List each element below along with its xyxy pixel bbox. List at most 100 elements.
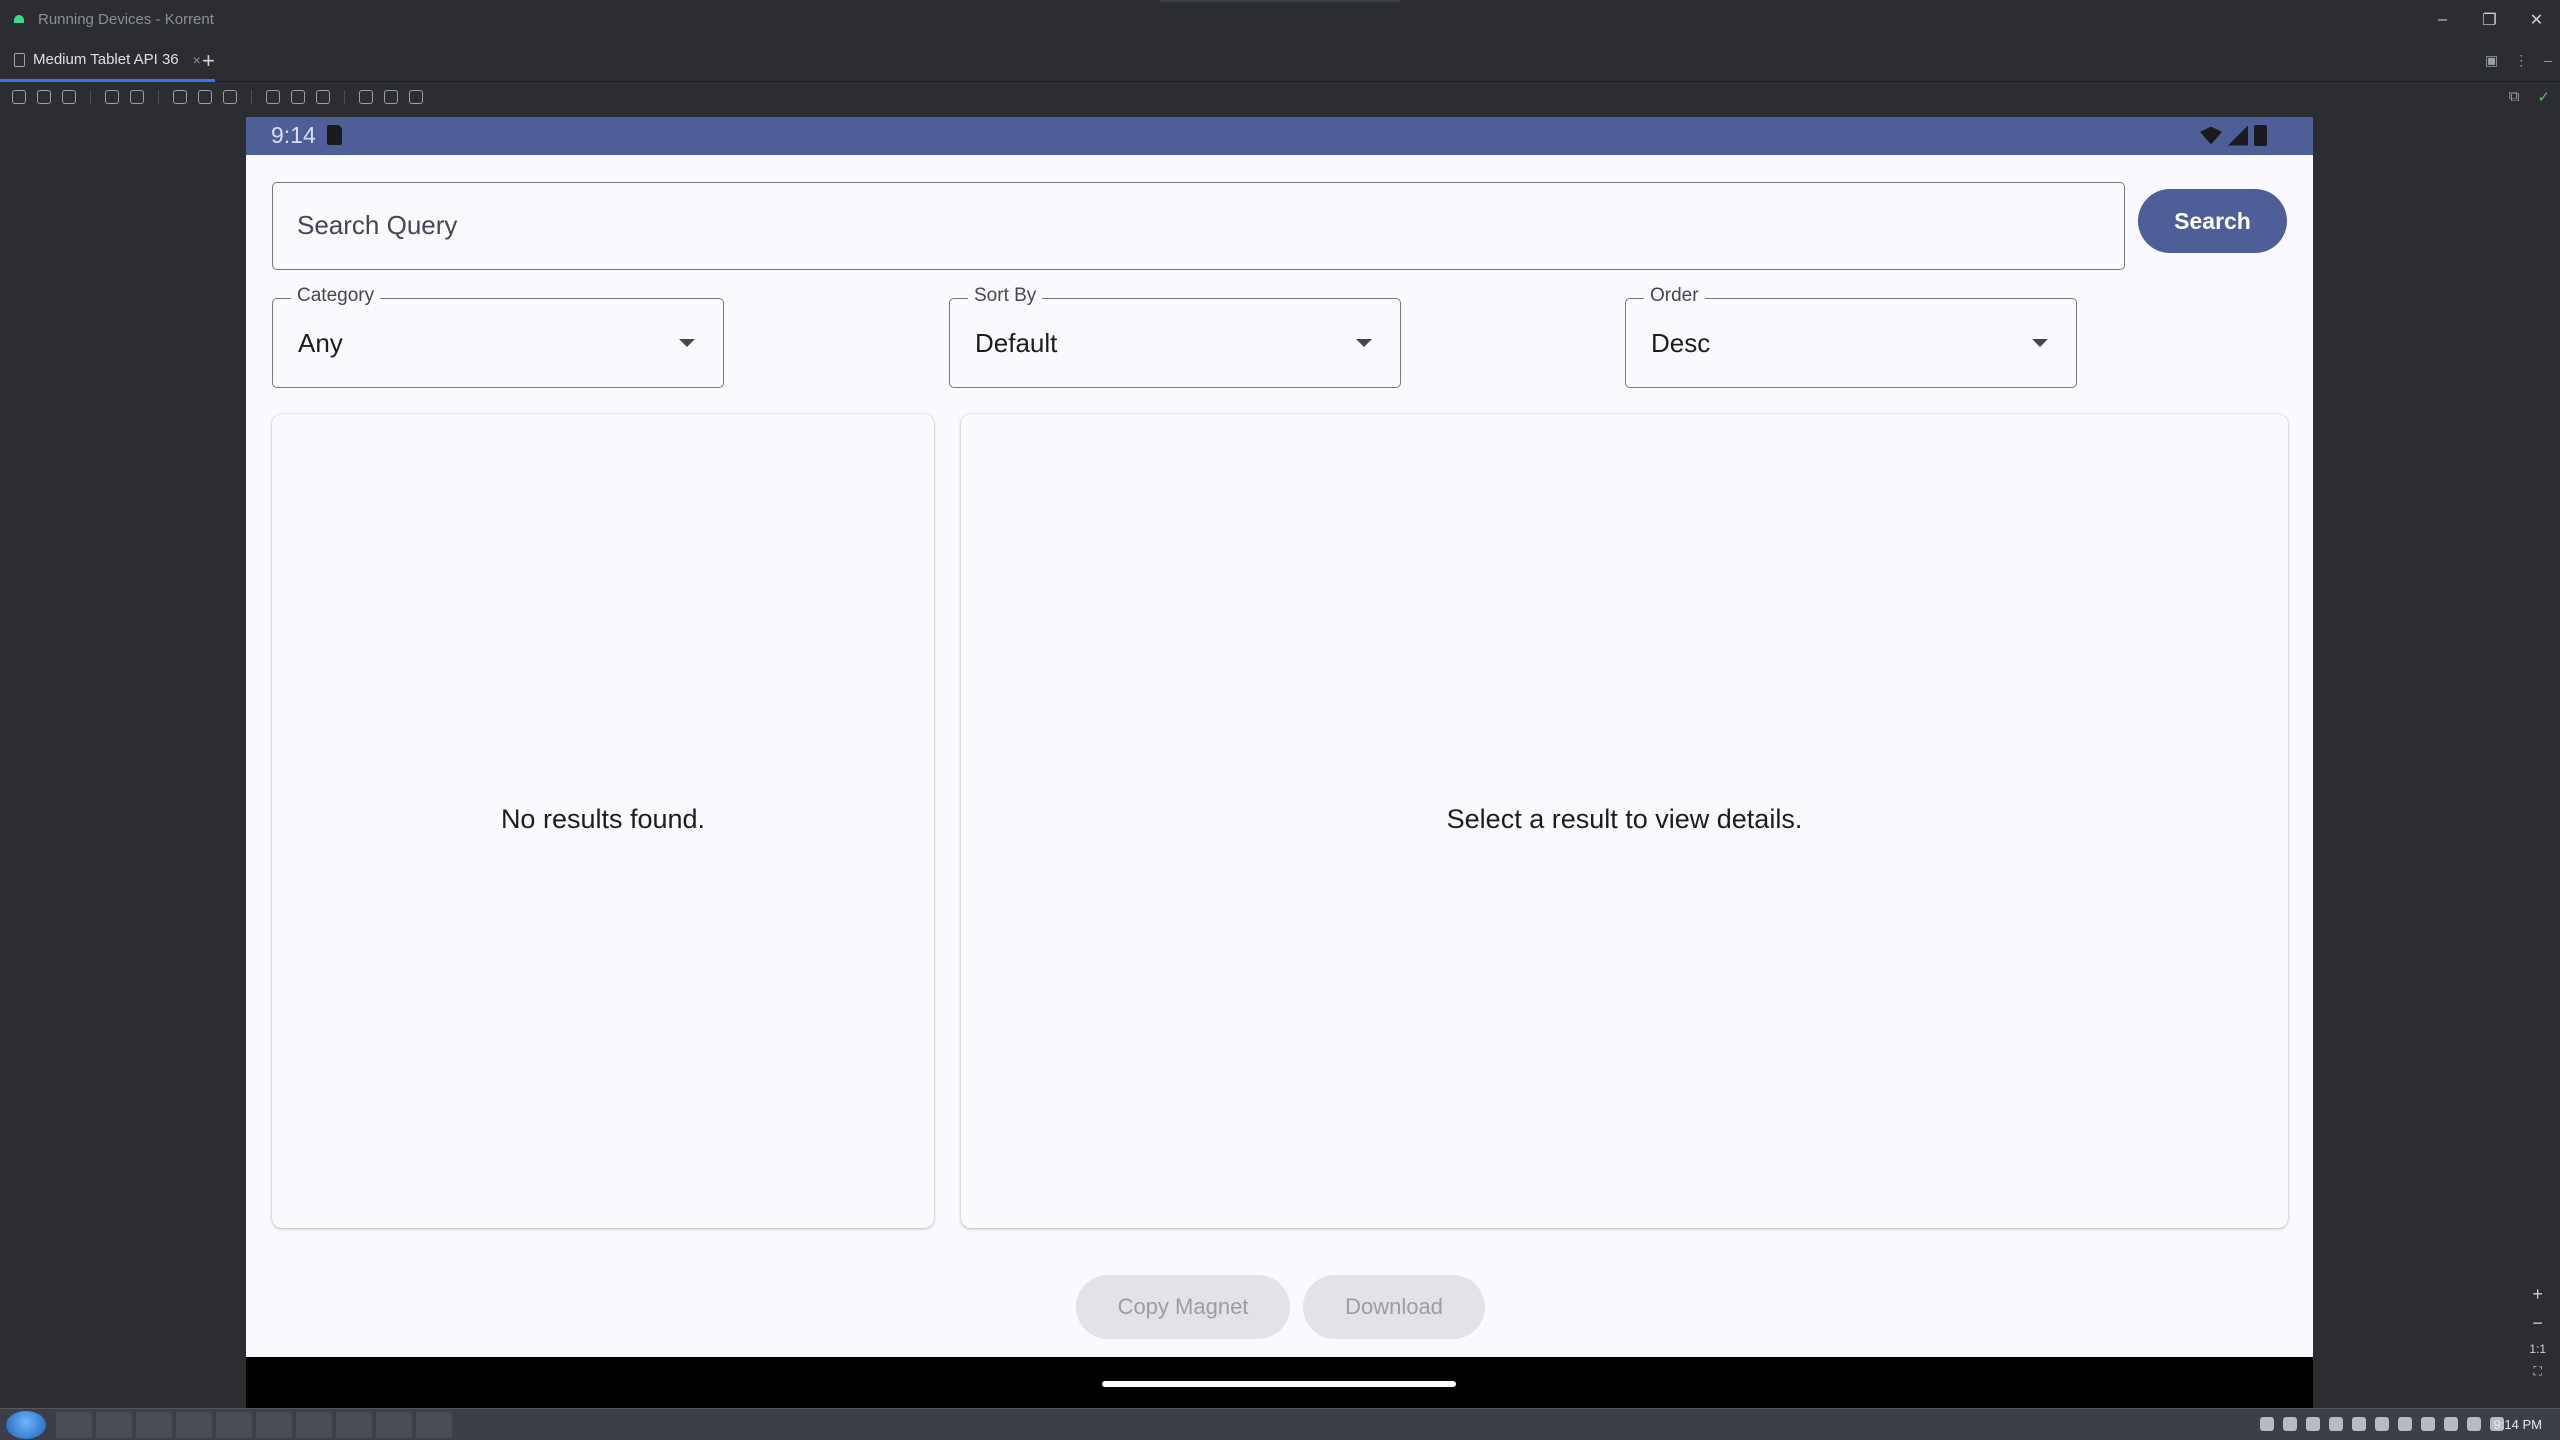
tab-close-icon[interactable]: × — [193, 52, 201, 68]
status-time: 9:14 — [271, 122, 316, 148]
search-input[interactable] — [297, 205, 2077, 245]
gesture-handle[interactable] — [1102, 1381, 1456, 1387]
screenshot-icon[interactable] — [291, 90, 305, 104]
taskbar-app-vscode-icon[interactable] — [96, 1412, 132, 1438]
toolbar-right: ⧉ ✓ — [2509, 88, 2550, 106]
sort-by-label: Sort By — [968, 285, 1043, 307]
taskbar-app-discord-icon[interactable] — [376, 1412, 412, 1438]
copy-magnet-button[interactable]: Copy Magnet — [1076, 1275, 1290, 1339]
category-label: Category — [291, 285, 381, 307]
search-button[interactable]: Search — [2138, 189, 2287, 253]
battery-icon — [2254, 125, 2267, 146]
minimize-button[interactable]: – — [2419, 0, 2466, 40]
volume-up-icon[interactable] — [37, 90, 51, 104]
os-taskbar: 9:14 PM — [0, 1408, 2560, 1440]
more-options-icon[interactable]: ⋮ — [2514, 52, 2528, 69]
zoom-in-button[interactable]: + — [2532, 1284, 2543, 1305]
tray-microphone-icon[interactable] — [2329, 1417, 2343, 1431]
download-button[interactable]: Download — [1303, 1275, 1485, 1339]
order-dropdown[interactable]: Order Desc — [1625, 285, 2077, 388]
tray-network-icon[interactable] — [2421, 1417, 2435, 1431]
tray-flag-icon[interactable] — [2283, 1417, 2297, 1431]
fold-icon[interactable] — [266, 90, 280, 104]
details-panel: Select a result to view details. — [961, 414, 2288, 1228]
hide-panel-icon[interactable]: – — [2544, 52, 2552, 69]
actual-size-button[interactable]: 1:1 — [2529, 1342, 2546, 1356]
wifi-icon — [2200, 126, 2222, 145]
taskbar-app-terminal-icon[interactable] — [216, 1412, 252, 1438]
system-tray — [2260, 1417, 2504, 1431]
emulator-controls — [12, 90, 423, 104]
check-icon: ✓ — [2537, 89, 2550, 106]
toolbar-divider — [344, 90, 345, 104]
restore-button[interactable]: ❐ — [2466, 0, 2513, 40]
toolbar-divider — [251, 90, 252, 104]
taskbar-app-files-icon[interactable] — [256, 1412, 292, 1438]
taskbar-clock[interactable]: 9:14 PM — [2494, 1417, 2542, 1432]
zoom-out-button[interactable]: − — [2532, 1313, 2543, 1334]
back-icon[interactable] — [173, 90, 187, 104]
taskbar-app-spotify-icon[interactable] — [336, 1412, 372, 1438]
taskbar-app-git-icon[interactable] — [136, 1412, 172, 1438]
results-panel: No results found. — [272, 414, 934, 1228]
emulator-toolbar: ⧉ ✓ — [0, 82, 2560, 116]
taskbar-apps — [56, 1412, 452, 1438]
device-manager-icon[interactable]: ⧉ — [2509, 88, 2520, 106]
device-screen: 9:14 Search Category Any Sort By Default… — [246, 117, 2313, 1357]
toolbar-divider — [158, 90, 159, 104]
tab-medium-tablet[interactable]: Medium Tablet API 36 × — [0, 40, 215, 82]
search-query-field[interactable] — [272, 182, 2125, 270]
tray-display-icon[interactable] — [2444, 1417, 2458, 1431]
rotate-right-icon[interactable] — [130, 90, 144, 104]
start-button[interactable] — [6, 1411, 46, 1439]
tray-pin-icon[interactable] — [2352, 1417, 2366, 1431]
tray-steam-icon[interactable] — [2306, 1417, 2320, 1431]
taskbar-app-explorer-icon[interactable] — [56, 1412, 92, 1438]
window-controls: – ❐ ✕ — [2419, 0, 2560, 40]
category-dropdown[interactable]: Category Any — [272, 285, 724, 388]
add-device-button[interactable]: + — [202, 48, 215, 74]
tab-bar-actions: ▣ ⋮ – — [2485, 52, 2552, 69]
android-icon — [14, 15, 24, 23]
taskbar-app-chrome-icon[interactable] — [296, 1412, 332, 1438]
home-icon[interactable] — [198, 90, 212, 104]
title-drag-indicator — [1160, 0, 1400, 2]
layout-icon[interactable]: ▣ — [2485, 52, 2498, 69]
device-tab-bar: Medium Tablet API 36 × + ▣ ⋮ – — [0, 40, 2560, 82]
taskbar-app-android-studio-icon[interactable] — [416, 1412, 452, 1438]
fit-screen-icon[interactable]: ⛶ — [2533, 1364, 2541, 1379]
power-icon[interactable] — [12, 90, 26, 104]
dropdown-arrow-icon — [679, 339, 695, 347]
record-icon[interactable] — [316, 90, 330, 104]
tray-discord-icon[interactable] — [2260, 1417, 2274, 1431]
category-value: Any — [298, 328, 343, 358]
tab-label: Medium Tablet API 36 — [33, 51, 179, 68]
more-icon[interactable] — [409, 90, 423, 104]
toolbar-divider — [90, 90, 91, 104]
dropdown-arrow-icon — [1356, 339, 1372, 347]
sd-card-icon — [327, 125, 342, 145]
tray-nvidia-icon[interactable] — [2398, 1417, 2412, 1431]
mirror-icon[interactable] — [384, 90, 398, 104]
tablet-icon — [14, 52, 25, 67]
sort-by-dropdown[interactable]: Sort By Default — [949, 285, 1401, 388]
zoom-controls: + − 1:1 ⛶ — [2529, 1284, 2546, 1379]
taskbar-app-premiere-icon[interactable] — [176, 1412, 212, 1438]
tray-spotify-icon[interactable] — [2375, 1417, 2389, 1431]
signal-icon — [2228, 125, 2248, 146]
volume-down-icon[interactable] — [62, 90, 76, 104]
order-label: Order — [1644, 285, 1705, 307]
rotate-left-icon[interactable] — [105, 90, 119, 104]
overview-icon[interactable] — [223, 90, 237, 104]
window-title: Running Devices - Korrent — [38, 11, 214, 28]
close-button[interactable]: ✕ — [2513, 0, 2560, 40]
system-icons — [2200, 125, 2267, 146]
empty-results-message: No results found. — [500, 804, 706, 834]
android-navigation-bar — [246, 1357, 2313, 1409]
tray-power-icon[interactable] — [2467, 1417, 2481, 1431]
details-placeholder-message: Select a result to view details. — [1446, 804, 1803, 834]
android-status-bar: 9:14 — [246, 117, 2313, 155]
ide-title-bar: Running Devices - Korrent – ❐ ✕ — [0, 0, 2560, 40]
snapshot-icon[interactable] — [359, 90, 373, 104]
sort-by-value: Default — [975, 328, 1058, 358]
